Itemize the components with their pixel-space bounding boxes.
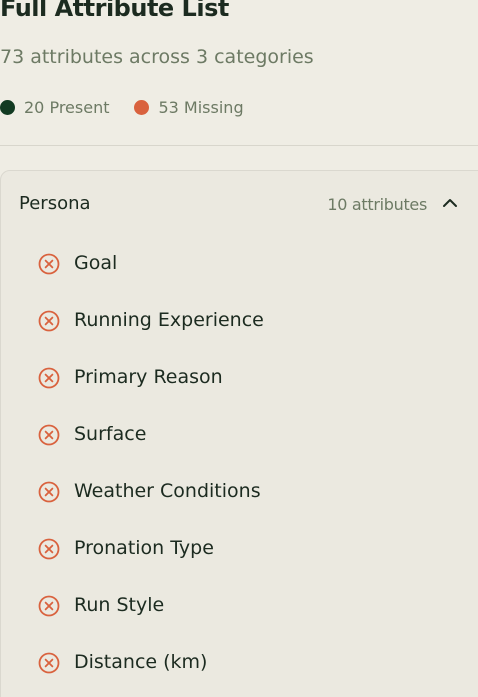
- attribute-label: Primary Reason: [74, 366, 223, 388]
- category-title: Persona: [19, 193, 91, 214]
- missing-dot-icon: [134, 100, 150, 115]
- x-circle-icon: [38, 538, 60, 560]
- attribute-label: Pronation Type: [74, 537, 214, 559]
- attribute-item: Running Experience: [1, 292, 478, 349]
- attribute-item: Primary Reason: [1, 349, 478, 406]
- category-card-persona: Persona 10 attributes Goal Running Exper…: [0, 170, 478, 697]
- page-title: Full Attribute List: [0, 0, 229, 22]
- present-count: 20 Present: [24, 98, 110, 117]
- attribute-label: Goal: [74, 252, 118, 274]
- attribute-label: Weather Conditions: [74, 480, 261, 502]
- attribute-summary: 73 attributes across 3 categories: [0, 46, 314, 68]
- x-circle-icon: [38, 595, 60, 617]
- attribute-item: Pronation Type: [1, 520, 478, 577]
- attribute-item: Goal: [1, 235, 478, 292]
- legend-present: 20 Present: [0, 98, 109, 117]
- attribute-item: Distance (km): [1, 634, 478, 691]
- missing-count: 53 Missing: [158, 98, 244, 117]
- x-circle-icon: [38, 424, 60, 446]
- attribute-item: Weather Conditions: [1, 463, 478, 520]
- legend-missing: 53 Missing: [134, 98, 244, 117]
- attribute-item: Run Style: [1, 577, 478, 634]
- attribute-label: Running Experience: [74, 309, 264, 331]
- attribute-item: Surface: [1, 406, 478, 463]
- divider: [0, 145, 478, 146]
- x-circle-icon: [38, 652, 60, 674]
- x-circle-icon: [38, 367, 60, 389]
- x-circle-icon: [38, 481, 60, 503]
- present-dot-icon: [0, 100, 15, 115]
- category-attribute-count: 10 attributes: [327, 195, 427, 214]
- x-circle-icon: [38, 253, 60, 275]
- attribute-list: Goal Running Experience Primary Reason S…: [1, 235, 478, 691]
- status-legend: 20 Present 53 Missing: [0, 98, 269, 117]
- attribute-label: Distance (km): [74, 651, 208, 673]
- category-header[interactable]: Persona 10 attributes: [1, 171, 478, 235]
- attribute-panel: Full Attribute List 73 attributes across…: [0, 0, 478, 697]
- attribute-label: Surface: [74, 423, 147, 445]
- x-circle-icon: [38, 310, 60, 332]
- chevron-up-icon[interactable]: [442, 197, 458, 209]
- attribute-label: Run Style: [74, 594, 165, 616]
